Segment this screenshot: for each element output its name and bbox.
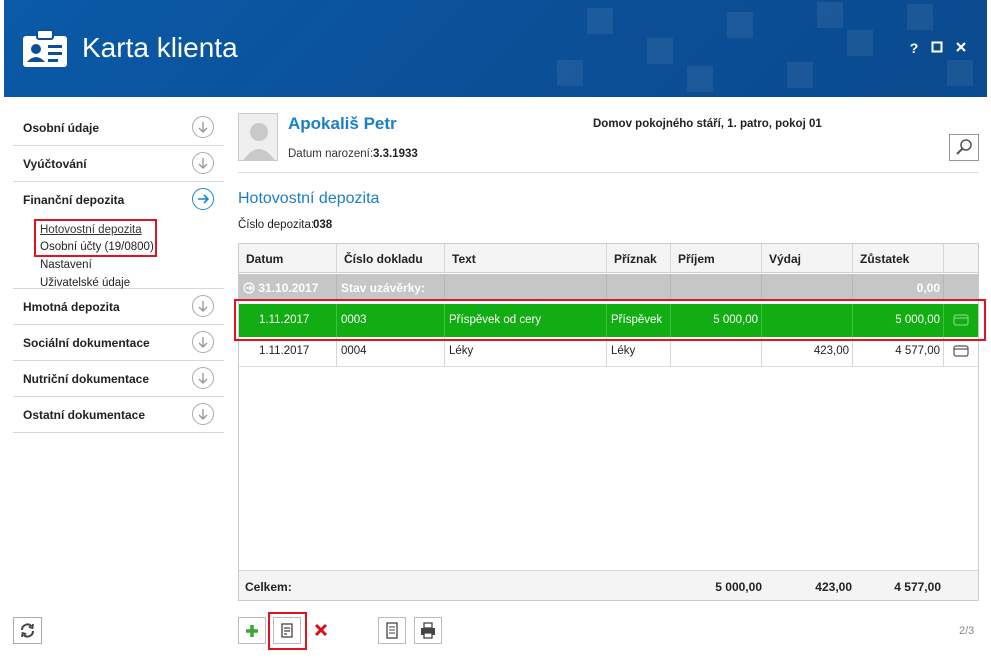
birth-date-label: Datum narození: [288, 148, 374, 160]
highlight-box-edit [268, 612, 307, 650]
search-button[interactable] [949, 134, 979, 161]
client-location: Domov pokojného stáří, 1. patro, pokoj 0… [593, 118, 822, 130]
cell-expense: 423,00 [762, 337, 853, 366]
refresh-button[interactable] [13, 617, 42, 644]
sidebar-item-vyuctovani[interactable]: Vyúčtování [13, 146, 224, 182]
client-avatar [238, 113, 278, 161]
column-header-text[interactable]: Text [445, 244, 607, 273]
footer-expense: 423,00 [815, 580, 852, 594]
column-header-zustatek[interactable]: Zůstatek [853, 244, 944, 273]
sidebar-item-socialni-dokumentace[interactable]: Sociální dokumentace [13, 325, 224, 361]
column-header-priznak[interactable]: Příznak [607, 244, 671, 273]
sidebar-item-label: Ostatní dokumentace [23, 408, 146, 422]
column-header-vydaj[interactable]: Výdaj [762, 244, 853, 273]
maximize-icon [931, 41, 943, 53]
divider [238, 172, 979, 173]
sidebar-item-nutricni-dokumentace[interactable]: Nutriční dokumentace [13, 361, 224, 397]
delete-icon [314, 623, 328, 637]
highlight-box-row [234, 299, 986, 341]
expand-down-icon[interactable] [192, 403, 214, 425]
sidebar-item-label: Vyúčtování [23, 157, 87, 171]
add-button[interactable] [238, 617, 266, 644]
column-header-datum[interactable]: Datum [239, 244, 337, 273]
cell-flag: Léky [607, 337, 671, 366]
birth-date-value: 3.3.1933 [373, 148, 418, 160]
add-icon [246, 625, 258, 637]
footer-income: 5 000,00 [715, 580, 762, 594]
cell-text: Léky [445, 337, 607, 366]
cell-balance: 4 577,00 [853, 337, 944, 366]
footer-label: Celkem: [245, 580, 292, 594]
sidebar-item-label: Nutriční dokumentace [23, 372, 150, 386]
cell-income [671, 337, 762, 366]
sidebar: Osobní údaje Vyúčtování Finanční depozit… [13, 110, 224, 433]
group-date-cell: 31.10.2017 [239, 274, 337, 299]
expand-down-icon[interactable] [192, 367, 214, 389]
deposit-table: Datum Číslo dokladu Text Příznak Příjem … [238, 243, 979, 601]
close-icon [956, 42, 966, 52]
expand-down-icon[interactable] [192, 116, 214, 138]
sidebar-item-label: Hmotná depozita [23, 300, 120, 314]
sublink-nastaveni[interactable]: Nastavení [40, 259, 92, 271]
client-card-icon [23, 29, 67, 67]
section-title: Hotovostní depozita [238, 190, 380, 207]
sidebar-item-label: Sociální dokumentace [23, 336, 150, 350]
column-header-icon [944, 244, 978, 273]
expand-down-icon[interactable] [192, 295, 214, 317]
group-label: Stav uzávěrky: [337, 274, 445, 299]
group-balance: 0,00 [853, 274, 944, 299]
highlight-box-sublinks [34, 219, 157, 257]
group-date: 31.10.2017 [258, 281, 319, 295]
person-placeholder-icon [239, 114, 277, 160]
group-row[interactable]: 31.10.2017 Stav uzávěrky: 0,00 [239, 274, 978, 299]
expand-arrow-icon[interactable] [243, 282, 255, 294]
table-row[interactable]: 1.11.2017 0004 Léky Léky 423,00 4 577,00 [239, 337, 978, 367]
sidebar-item-osobni-udaje[interactable]: Osobní údaje [13, 110, 224, 146]
sidebar-item-ostatni-dokumentace[interactable]: Ostatní dokumentace [13, 397, 224, 433]
deposit-number-label: Číslo depozita: [238, 219, 315, 231]
column-header-cislo-dokladu[interactable]: Číslo dokladu [337, 244, 445, 273]
client-name: Apokališ Petr [288, 114, 397, 133]
help-button[interactable]: ? [906, 40, 922, 56]
sidebar-item-financni-depozita[interactable]: Finanční depozita [13, 182, 224, 218]
maximize-button[interactable] [929, 40, 945, 56]
delete-button[interactable] [308, 617, 336, 644]
page-indicator: 2/3 [959, 625, 975, 637]
arrow-right-icon[interactable] [192, 188, 214, 210]
card-icon[interactable] [944, 337, 978, 366]
column-header-prijem[interactable]: Příjem [671, 244, 762, 273]
document-icon [386, 622, 398, 639]
sidebar-item-hmotna-depozita[interactable]: Hmotná depozita [13, 289, 224, 325]
sidebar-item-label: Finanční depozita [23, 193, 125, 207]
sublink-uzivatelske-udaje[interactable]: Uživatelské údaje [40, 277, 130, 289]
deposit-number-value: 038 [313, 219, 333, 231]
print-button[interactable] [414, 617, 442, 644]
refresh-icon [20, 623, 35, 638]
cell-date: 1.11.2017 [239, 337, 337, 366]
cell-doc: 0004 [337, 337, 445, 366]
document-button[interactable] [378, 617, 406, 644]
sidebar-item-label: Osobní údaje [23, 121, 100, 135]
search-icon [956, 139, 972, 155]
app-header: Karta klienta ? [4, 0, 987, 97]
footer-balance: 4 577,00 [894, 580, 941, 594]
expand-down-icon[interactable] [192, 152, 214, 174]
table-footer: Celkem: 5 000,00 423,00 4 577,00 [239, 570, 978, 600]
close-button[interactable] [953, 40, 969, 56]
expand-down-icon[interactable] [192, 331, 214, 353]
print-icon [421, 622, 435, 639]
window-title: Karta klienta [82, 32, 238, 63]
